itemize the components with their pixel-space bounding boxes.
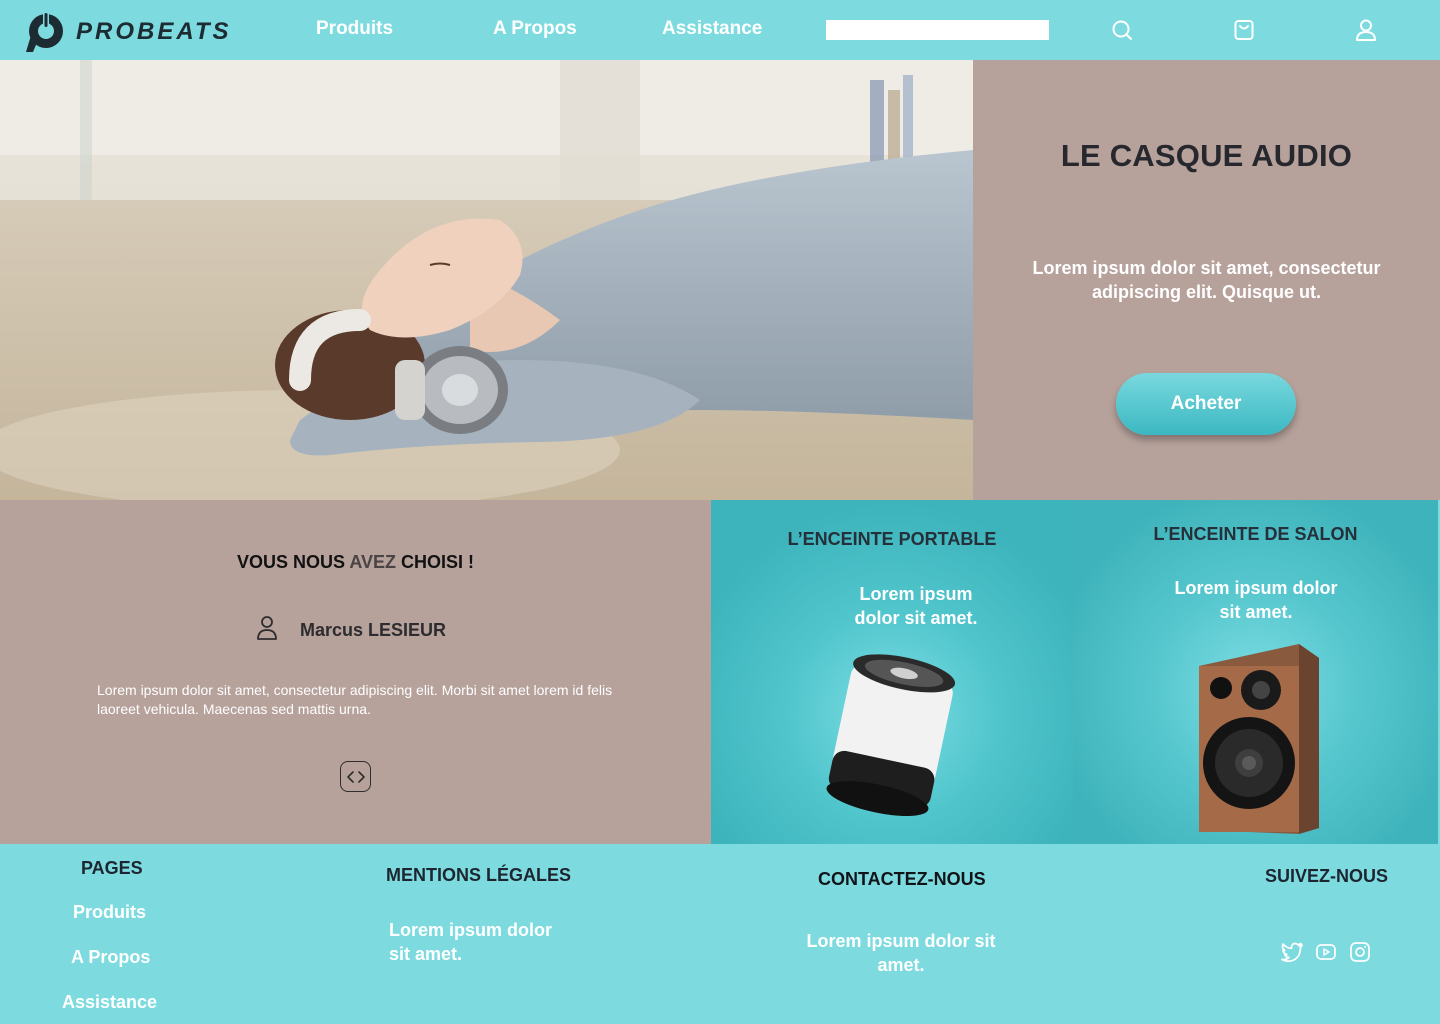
testimonial-title-start: VOUS NOUS — [236, 552, 350, 572]
product-description-line2: dolor sit amet. — [854, 608, 978, 628]
hero-image — [0, 60, 973, 500]
search-icon[interactable] — [1109, 17, 1135, 43]
testimonial-nav-button[interactable] — [340, 761, 371, 792]
product-title: L’ENCEINTE PORTABLE — [787, 529, 997, 549]
testimonial-section: VOUS NOUS AVEZ CHOISI ! Marcus LESIEUR L… — [0, 500, 711, 844]
code-brackets-icon — [346, 770, 365, 783]
footer-contact-text-line1: Lorem ipsum dolor sit — [806, 931, 996, 951]
testimonial-author: Marcus LESIEUR — [300, 620, 447, 640]
testimonial-title-end: CHOISI ! — [396, 552, 475, 572]
twitter-icon[interactable] — [1280, 940, 1304, 964]
testimonial-title: VOUS NOUS AVEZ CHOISI ! — [0, 552, 711, 573]
product-card-bookshelf-speaker[interactable]: L’ENCEINTE DE SALON Lorem ipsum dolor sit… — [1073, 500, 1438, 844]
nav-link-produits[interactable]: Produits — [316, 18, 393, 40]
product-description: Lorem ipsum dolor sit amet. — [831, 582, 1001, 630]
footer-link-produits[interactable]: Produits — [73, 902, 146, 923]
probeats-logo-icon — [26, 13, 63, 52]
testimonial-title-accent: AVEZ — [349, 552, 396, 572]
user-icon[interactable] — [1353, 17, 1379, 43]
top-navigation-bar: PROBEATS Produits A Propos Assistance — [0, 0, 1440, 60]
woman-lying-with-headphones-photo — [0, 60, 973, 500]
portable-speaker-image — [826, 654, 956, 817]
footer-legal-text-line1: Lorem ipsum dolor — [389, 920, 553, 940]
product-description: Lorem ipsum dolor sit amet. — [1165, 576, 1347, 624]
brand-logo[interactable]: PROBEATS — [24, 10, 244, 52]
footer-follow-title: SUIVEZ-NOUS — [1265, 866, 1389, 886]
footer: PAGES Produits A Propos Assistance MENTI… — [0, 844, 1440, 1024]
footer-contact-text: Lorem ipsum dolor sit amet. — [780, 929, 1022, 977]
nav-link-a-propos[interactable]: A Propos — [493, 18, 577, 40]
youtube-icon[interactable] — [1314, 940, 1338, 964]
buy-button[interactable]: Acheter — [1116, 373, 1296, 435]
brand-name: PROBEATS — [76, 18, 232, 45]
product-description-line2: sit amet. — [1219, 602, 1293, 622]
product-description-line1: Lorem ipsum — [859, 584, 973, 604]
instagram-icon[interactable] — [1348, 940, 1372, 964]
user-icon — [257, 616, 277, 640]
hero-title: LE CASQUE AUDIO — [1060, 138, 1353, 173]
footer-legal-text-line2: sit amet. — [389, 944, 463, 964]
product-description-line1: Lorem ipsum dolor — [1174, 578, 1338, 598]
testimonial-text: Lorem ipsum dolor sit amet, consectetur … — [97, 682, 613, 717]
footer-link-a-propos[interactable]: A Propos — [71, 947, 150, 968]
footer-contact-title: CONTACTEZ-NOUS — [818, 869, 986, 889]
bookshelf-speaker-image — [1199, 644, 1319, 834]
search-input[interactable] — [826, 20, 1049, 40]
product-title: L’ENCEINTE DE SALON — [1153, 524, 1358, 544]
product-card-portable-speaker[interactable]: L’ENCEINTE PORTABLE Lorem ipsum dolor sit… — [711, 500, 1073, 844]
hero-panel: LE CASQUE AUDIO Lorem ipsum dolor sit am… — [973, 60, 1440, 500]
footer-pages-title: PAGES — [81, 858, 143, 878]
nav-link-assistance[interactable]: Assistance — [662, 18, 762, 40]
shopping-bag-icon[interactable] — [1231, 17, 1257, 43]
hero-description: Lorem ipsum dolor sit amet, consectetur … — [1032, 258, 1381, 302]
footer-legal-text: Lorem ipsum dolor sit amet. — [389, 918, 552, 966]
footer-contact-text-line2: amet. — [877, 955, 925, 975]
footer-legal-title: MENTIONS LÉGALES — [386, 865, 572, 885]
footer-link-assistance[interactable]: Assistance — [62, 992, 157, 1013]
